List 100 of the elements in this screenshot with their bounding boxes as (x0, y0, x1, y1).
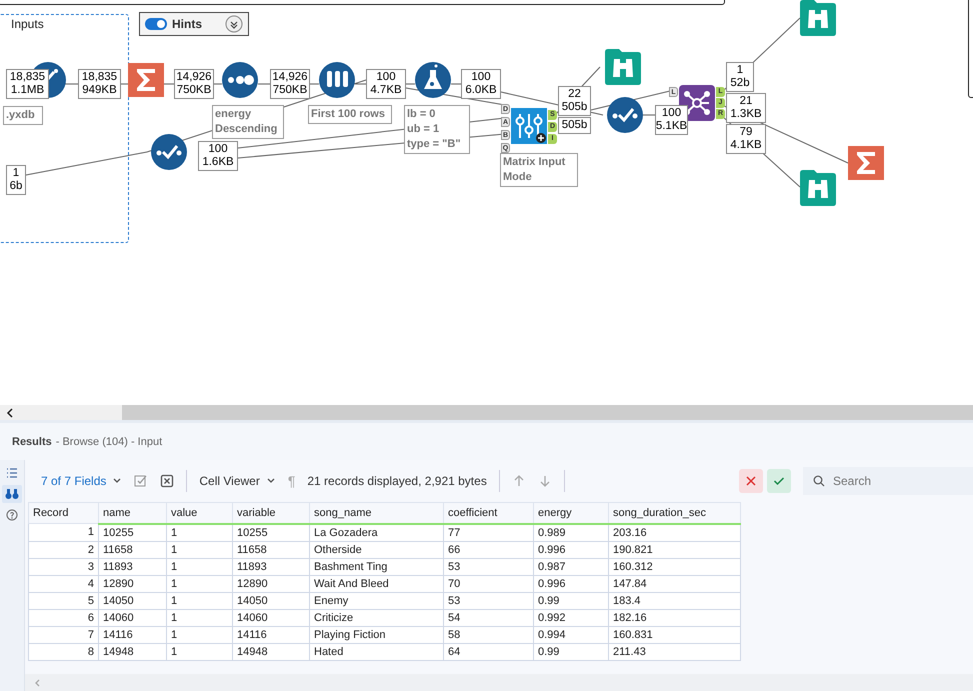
record-count-badge: 18,835 949KB (78, 69, 121, 99)
table-cell: 14060 (232, 609, 310, 626)
uncheck-all-icon[interactable] (160, 474, 174, 488)
table-cell: 0.99 (534, 643, 608, 660)
results-subtitle: - Browse (104) - Input (56, 436, 162, 448)
table-cell: 14050 (232, 592, 310, 609)
browse-tool-icon[interactable] (800, 170, 836, 206)
table-cell: 160.831 (608, 626, 740, 643)
viewer-dropdown[interactable]: Cell Viewer (199, 474, 276, 488)
sample-tool-icon[interactable] (319, 62, 355, 98)
table-cell: 147.84 (608, 575, 740, 592)
results-title: Results (12, 436, 52, 448)
formula-tool-icon[interactable] (415, 62, 451, 98)
table-cell: 183.4 (608, 592, 740, 609)
fields-dropdown[interactable]: 7 of 7 Fields (41, 474, 122, 488)
hints-toggle[interactable] (145, 18, 167, 30)
browse-tool-icon[interactable] (800, 0, 836, 36)
search-icon (813, 475, 825, 487)
table-cell: 12890 (232, 575, 310, 592)
records-summary: 21 records displayed, 2,921 bytes (307, 474, 487, 488)
connector-line (642, 114, 656, 116)
table-cell: 1 (166, 592, 232, 609)
record-count-badge: 100 1.6KB (198, 141, 238, 171)
table-cell: 53 (444, 592, 534, 609)
tool-annotation: .yxdb (3, 106, 43, 125)
column-header[interactable]: song_name (310, 502, 444, 524)
horizontal-scrollbar[interactable] (25, 674, 973, 691)
table-cell: 1 (28, 524, 98, 541)
table-cell: 0.996 (534, 575, 608, 592)
summarize-tool-icon[interactable] (848, 145, 884, 181)
search-input[interactable]: Search (831, 473, 955, 489)
summarize-tool-icon[interactable] (128, 62, 164, 98)
table-cell: 66 (444, 541, 534, 558)
table-cell: 54 (444, 609, 534, 626)
table-cell: 4 (28, 575, 98, 592)
table-cell: 53 (444, 558, 534, 575)
join-tool-icon[interactable] (679, 85, 715, 121)
browse-view-button[interactable] (2, 485, 22, 503)
table-cell: 1 (166, 575, 232, 592)
table-cell: 14948 (232, 643, 310, 660)
table-cell: 8 (28, 643, 98, 660)
table-cell: Wait And Bleed (310, 575, 444, 592)
browse-tool-icon[interactable] (605, 49, 641, 85)
table-cell: 1 (166, 558, 232, 575)
table-cell: 14116 (98, 626, 166, 643)
table-cell: 64 (444, 643, 534, 660)
column-header[interactable]: energy (534, 502, 608, 524)
tool-annotation: First 100 rows (308, 105, 392, 124)
table-cell: 11893 (232, 558, 310, 575)
tool-annotation: energy Descending (212, 105, 284, 139)
table-cell: 160.312 (608, 558, 740, 575)
dropdown-icon[interactable] (225, 15, 243, 33)
column-header[interactable]: name (98, 502, 166, 524)
record-count-badge: 505b (558, 117, 591, 134)
cancel-button[interactable] (739, 469, 763, 493)
checkmark-icon (773, 475, 785, 487)
table-cell: Bashment Ting (310, 558, 444, 575)
record-count-badge: 1 52b (726, 62, 754, 92)
container-title: Inputs (11, 17, 44, 31)
search-field[interactable]: Search (803, 467, 973, 495)
binoculars-icon (5, 488, 19, 500)
table-cell: 11893 (98, 558, 166, 575)
record-count-badge: 79 4.1KB (726, 124, 766, 154)
table-cell: 11658 (98, 541, 166, 558)
help-icon (6, 509, 18, 521)
tool-annotation: Matrix Input Mode (500, 153, 578, 187)
table-cell: 0.994 (534, 626, 608, 643)
column-header[interactable]: coefficient (444, 502, 534, 524)
table-cell: Otherside (310, 541, 444, 558)
optimization-tool-icon[interactable] (511, 108, 547, 144)
check-tool-icon[interactable] (607, 97, 643, 133)
record-count-badge: 21 1.3KB (726, 93, 766, 123)
sort-tool-icon[interactable] (222, 62, 258, 98)
table-cell: 5 (28, 592, 98, 609)
table-cell: 1 (166, 541, 232, 558)
table-cell: 14060 (98, 609, 166, 626)
table-cell: 11658 (232, 541, 310, 558)
table-cell: 14116 (232, 626, 310, 643)
tool-annotation: lb = 0 ub = 1 type = "B" (404, 105, 470, 154)
check-all-icon[interactable] (134, 474, 148, 488)
table-cell: Playing Fiction (310, 626, 444, 643)
record-count-badge: 14,926 750KB (270, 69, 310, 99)
table-cell: Enemy (310, 592, 444, 609)
table-cell: 211.43 (608, 643, 740, 660)
record-count-badge: 100 4.7KB (366, 69, 406, 99)
record-count-badge: 100 5.1KB (655, 105, 688, 135)
table-cell: 1 (166, 609, 232, 626)
column-header[interactable]: value (166, 502, 232, 524)
column-header[interactable]: Record (28, 502, 98, 524)
column-header[interactable]: song_duration_sec (608, 502, 740, 524)
horizontal-scrollbar[interactable] (0, 405, 973, 420)
close-icon (745, 475, 757, 487)
column-header[interactable]: variable (232, 502, 310, 524)
check-tool-icon[interactable] (151, 134, 187, 170)
record-count-badge: 1 6b (6, 165, 26, 195)
table-cell: 7 (28, 626, 98, 643)
table-cell: 0.99 (534, 592, 608, 609)
table-cell: 1 (166, 626, 232, 643)
apply-button[interactable] (767, 469, 791, 493)
table-cell: 12890 (98, 575, 166, 592)
